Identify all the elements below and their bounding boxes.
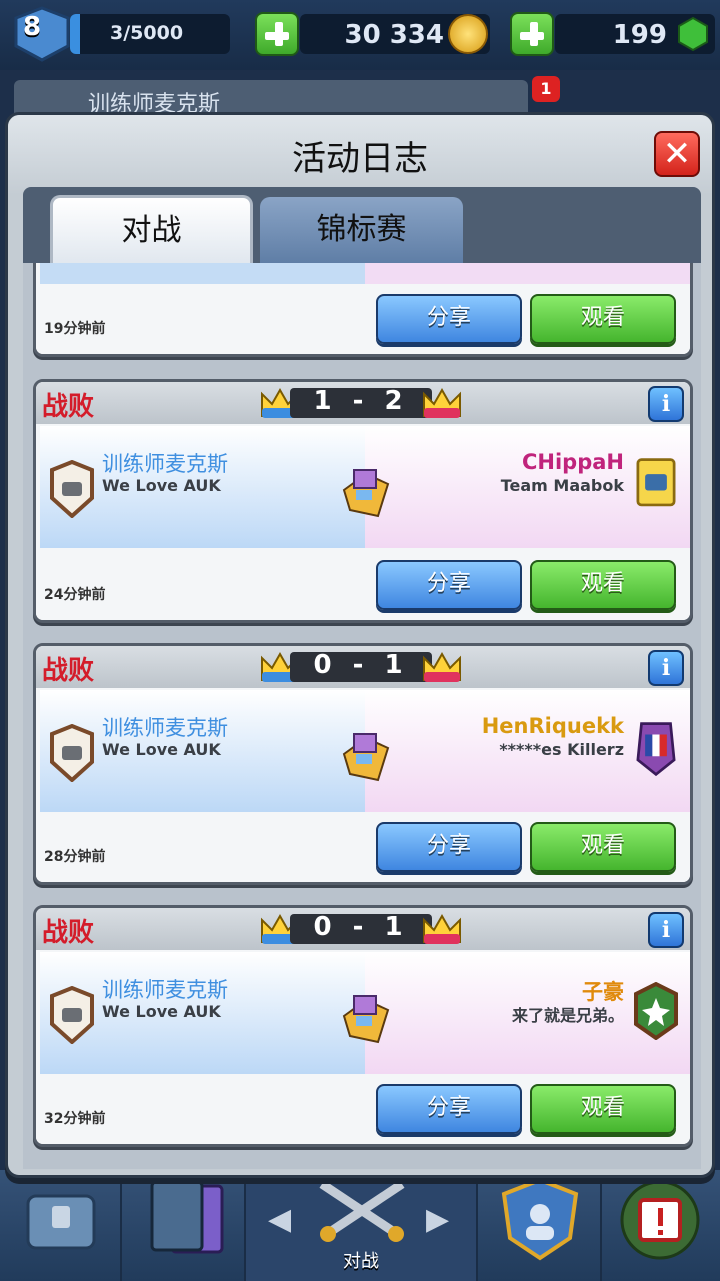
info-button[interactable]: i [648,912,684,948]
card-footer: 24分钟前 分享 观看 [36,550,690,620]
score: 0 - 1 [313,912,409,942]
result-label: 战败 [42,656,95,686]
match-area: 训练师麦克斯 We Love AUK CHippaH Team Maabok [40,426,690,548]
match-area: 训练师麦克斯 We Love AUK 子豪 来了就是兄弟。 [40,952,690,1074]
close-button[interactable]: ✕ [654,131,700,177]
battle-card-partial: 19分钟前 分享 观看 [33,263,693,357]
watch-replay-button[interactable]: 观看 [530,822,676,872]
nav-events[interactable] [602,1170,720,1281]
calendar-icon [620,1180,700,1260]
card-header: 战败 0 - 1 i [36,646,690,688]
gem-icon [678,16,708,52]
watch-replay-button[interactable]: 观看 [530,1084,676,1134]
opponent-clan: 来了就是兄弟。 [511,1006,624,1025]
opponent-name: CHippaH [522,450,624,474]
player-clan: We Love AUK [102,1002,221,1021]
xp-fill [70,14,80,54]
info-button[interactable]: i [648,650,684,686]
close-x-icon: ✕ [662,134,692,174]
player-level: 8 [22,12,42,42]
score: 1 - 2 [313,386,409,416]
score-box: 0 - 1 [258,648,464,686]
share-button[interactable]: 分享 [376,822,522,872]
gem-amount: 199 [612,20,667,50]
time-ago: 28分钟前 [44,849,106,865]
time-ago: 24分钟前 [44,587,106,603]
share-button[interactable]: 分享 [376,294,522,344]
red-crown-icon [423,913,461,944]
buy-gold-button[interactable] [255,12,299,56]
xp-progress-bar: 3/5000 [70,14,230,54]
card-footer: 19分钟前 分享 观看 [36,284,690,354]
opponent-clan-badge-icon [634,982,678,1040]
battle-card: 战败 0 - 1 i [33,643,693,885]
gold-coin-icon [448,14,488,54]
buy-gems-button[interactable] [510,12,554,56]
modal-title: 活动日志 [292,139,428,179]
crossed-swords-icon [319,1180,405,1242]
gold-counter: 30 334 [300,14,490,54]
nav-left-arrow-icon[interactable]: ◀ [268,1202,291,1237]
red-crown-icon [423,651,461,682]
clan-people-icon [501,1177,579,1261]
activity-log-modal: 活动日志 ✕ 对战 锦标赛 19分钟前 分享 观看 战败 1 - 2 i 训练师… [5,112,715,1178]
opponent-name: HenRiquekk [481,714,624,738]
player-clan: We Love AUK [102,476,221,495]
battle-card: 战败 0 - 1 i [33,905,693,1147]
time-ago: 32分钟前 [44,1111,106,1127]
player-name: 训练师麦克斯 [102,452,228,476]
bottom-navigation: ◀ ▶ 对战 [0,1170,720,1281]
player-clan-badge-icon [50,724,94,782]
red-crown-icon [423,387,461,418]
opponent-clan-badge-icon [636,458,676,507]
score-box: 0 - 1 [258,910,464,948]
card-footer: 32分钟前 分享 观看 [36,1074,690,1144]
gem-counter: 199 [555,14,715,54]
match-area: 训练师麦克斯 We Love AUK HenRiquekk *****es Ki… [40,690,690,812]
tab-tournaments[interactable]: 锦标赛 [260,197,463,263]
card-header: 战败 1 - 2 i [36,382,690,424]
info-button[interactable]: i [648,386,684,422]
watch-replay-button[interactable]: 观看 [530,294,676,344]
player-clan: We Love AUK [102,740,221,759]
time-ago: 19分钟前 [44,321,106,337]
gold-amount: 30 334 [344,20,444,50]
nav-right-arrow-icon[interactable]: ▶ [426,1202,449,1237]
player-name: 训练师麦克斯 [102,716,228,740]
nav-shop[interactable] [0,1170,122,1281]
share-button[interactable]: 分享 [376,560,522,610]
result-label: 战败 [42,918,95,948]
xp-text: 3/5000 [110,22,184,44]
player-clan-badge-icon [50,986,94,1044]
nav-social[interactable] [478,1170,602,1281]
opponent-clan: Team Maabok [500,476,624,495]
card-header: 战败 0 - 1 i [36,908,690,950]
nav-battle[interactable]: ◀ ▶ 对战 [246,1170,478,1281]
nav-battle-label: 对战 [343,1251,379,1272]
arena-icon [342,469,390,518]
card-footer: 28分钟前 分享 观看 [36,812,690,882]
notification-badge: 1 [532,76,560,102]
player-clan-badge-icon [50,460,94,518]
opponent-clan-badge-icon [636,722,676,777]
result-label: 战败 [42,392,95,422]
tab-battles[interactable]: 对战 [50,195,253,267]
modal-header: 活动日志 ✕ [8,115,712,195]
battle-log-list[interactable]: 19分钟前 分享 观看 战败 1 - 2 i 训练师麦克斯 We Love AU… [23,263,701,1169]
nav-cards[interactable] [122,1170,246,1281]
share-button[interactable]: 分享 [376,1084,522,1134]
arena-icon [342,733,390,782]
battle-card: 战败 1 - 2 i 训练师麦克斯 We Love AUK CHippaH Te… [33,379,693,623]
player-name: 训练师麦克斯 [102,978,228,1002]
score: 0 - 1 [313,650,409,680]
score-box: 1 - 2 [258,384,464,422]
top-status-bar: 8 3/5000 30 334 199 [0,0,720,70]
arena-icon [342,995,390,1044]
cards-icon [150,1180,224,1254]
watch-replay-button[interactable]: 观看 [530,560,676,610]
opponent-clan: *****es Killerz [499,740,624,759]
chest-icon [26,1194,96,1250]
